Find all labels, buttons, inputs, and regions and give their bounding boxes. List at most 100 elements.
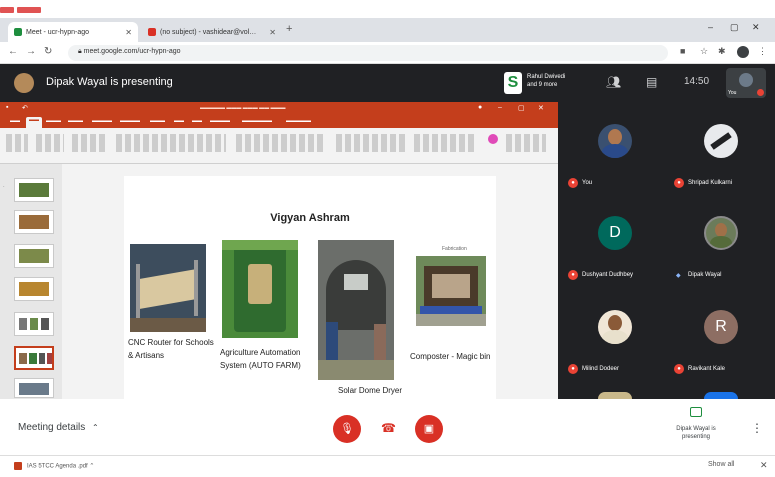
presenter-avatar: [14, 73, 34, 93]
slide-thumbnail: [14, 277, 54, 301]
ppt-document-title: ▬▬▬▬▬ ▬▬▬ ▬▬▬ ▬▬ ▬▬▬: [200, 105, 286, 111]
extensions-icon[interactable]: ✱: [718, 46, 726, 57]
ribbon-group: [36, 134, 64, 152]
ribbon-group: [414, 134, 474, 152]
tab-meet[interactable]: Meet - ucr-hypn-ago ✕: [8, 22, 138, 42]
camera-icon[interactable]: ■: [680, 46, 685, 56]
participants-grid: ● You ● Shripad Kulkarni D ● Dushyant Du…: [558, 102, 775, 399]
ppt-tab: ▬▬▬: [150, 118, 165, 124]
participant-tile[interactable]: ◆ Dipak Wayal: [668, 202, 772, 292]
participant-name: Dushyant Dudhbey: [582, 272, 634, 278]
download-item[interactable]: IAS 5TCC Agenda .pdf ⌃: [14, 462, 94, 470]
present-screen-icon[interactable]: [690, 407, 702, 417]
tab-mail[interactable]: (no subject) - vashidear@vol… ✕: [142, 22, 282, 42]
fabrication-label: Fabrication: [442, 246, 467, 252]
ribbon-group: [506, 134, 546, 152]
slide-thumbnail: [14, 210, 54, 234]
camera-toggle-button[interactable]: ▣: [415, 415, 443, 443]
browser-tab-bar: Meet - ucr-hypn-ago ✕ (no subject) - vas…: [0, 18, 775, 42]
meet-header: Dipak Wayal is presenting S Rahul Dwived…: [0, 64, 775, 102]
camera-off-icon: ▣: [423, 423, 435, 435]
close-window-button[interactable]: ✕: [752, 22, 760, 33]
mic-toggle-button[interactable]: 🎙︎: [333, 415, 361, 443]
avatar: [598, 310, 632, 344]
current-slide: Vigyan Ashram CNC Router for Schools & A…: [124, 176, 496, 399]
ppt-titlebar: ▪ ↶ ▬▬▬▬▬ ▬▬▬ ▬▬▬ ▬▬ ▬▬▬ ● – ▢ ✕: [0, 102, 558, 116]
ribbon-group: [336, 134, 406, 152]
pin-icon[interactable]: ◆: [676, 272, 681, 279]
ribbon-group: [116, 134, 226, 152]
maximize-button[interactable]: ▢: [730, 22, 739, 33]
forward-icon[interactable]: →: [26, 46, 36, 57]
ppt-tab: ▬▬▬▬: [210, 118, 230, 124]
participant-tile[interactable]: R ● Ravikant Kale: [668, 296, 772, 386]
participant-name: You: [582, 180, 593, 186]
mic-off-icon: [757, 89, 764, 96]
participant-tile[interactable]: D ● Dushyant Dudhbey: [562, 202, 666, 292]
speaker-name: Rahul Dwivedi: [527, 74, 566, 80]
mic-off-icon: 🎙︎: [340, 423, 354, 435]
ppt-ribbon: [0, 128, 558, 164]
participant-tile[interactable]: ● Milind Dodeer: [562, 296, 666, 386]
mic-off-icon: ●: [568, 178, 578, 188]
tab-label: (no subject) - vashidear@vol…: [160, 28, 257, 36]
mic-off-icon: ●: [674, 364, 684, 374]
shared-screen: ▪ ↶ ▬▬▬▬▬ ▬▬▬ ▬▬▬ ▬▬ ▬▬▬ ● – ▢ ✕ ▬▬ ▬▬ ▬…: [0, 102, 558, 399]
caption-solar-dryer: Solar Dome Dryer: [338, 386, 403, 395]
close-download-bar-icon[interactable]: ✕: [760, 460, 768, 471]
brand-mark: [0, 0, 60, 13]
ppt-close-icon: ✕: [538, 105, 544, 112]
menu-icon[interactable]: ⋮: [758, 46, 767, 57]
active-speaker-label: Rahul Dwivedi and 9 more: [527, 73, 565, 89]
presenting-title: Dipak Wayal is presenting: [46, 76, 173, 88]
screen: Meet - ucr-hypn-ago ✕ (no subject) - vas…: [0, 0, 775, 477]
hang-up-button[interactable]: ☎︎: [381, 421, 396, 435]
avatar: [704, 124, 738, 158]
meet-favicon-icon: [14, 28, 22, 36]
ppt-tab: ▬▬: [10, 118, 20, 124]
close-tab-icon[interactable]: ✕: [269, 28, 276, 37]
ribbon-group: [6, 134, 28, 152]
avatar: [704, 216, 738, 250]
slide-thumbnail: [14, 312, 54, 336]
back-icon[interactable]: ←: [8, 46, 18, 57]
meeting-details-label: Meeting details: [18, 422, 86, 433]
ribbon-group: [236, 134, 326, 152]
star-icon[interactable]: ☆: [700, 46, 708, 57]
top-strip: [0, 0, 775, 18]
participant-tile[interactable]: ● You: [562, 110, 666, 200]
participant-name: Shripad Kulkarni: [688, 180, 733, 186]
caption-cnc-router: CNC Router for Schools & Artisans: [128, 338, 214, 360]
presenting-status: Dipak Wayal is presenting: [676, 426, 716, 440]
self-view-tile[interactable]: You: [726, 68, 766, 98]
url-input[interactable]: 🔒︎ meet.google.com/ucr-hypn-ago: [68, 45, 668, 61]
minimize-button[interactable]: –: [708, 22, 713, 32]
ppt-tab: ▬▬▬▬: [92, 118, 112, 124]
composter-photo: [416, 256, 486, 326]
speaker-more: and 9 more: [527, 82, 558, 88]
reload-icon[interactable]: ↻: [44, 46, 52, 57]
mic-off-icon: ●: [568, 364, 578, 374]
participant-tile[interactable]: ● Shripad Kulkarni: [668, 110, 772, 200]
caption-composter: Composter - Magic bin: [410, 352, 491, 361]
avatar: R: [704, 310, 738, 344]
profile-avatar[interactable]: [737, 46, 749, 58]
meeting-details-button[interactable]: Meeting details ⌃: [18, 422, 99, 433]
ppt-tab-selected: ▬▬: [26, 117, 42, 128]
chat-icon[interactable]: ▤: [646, 75, 657, 89]
undo-icon: ↶: [22, 105, 28, 112]
ppt-tab: ▬▬▬▬▬: [286, 118, 311, 124]
more-options-icon[interactable]: ⋮: [751, 421, 763, 435]
ppt-tab: ▬▬▬: [46, 118, 61, 124]
new-tab-button[interactable]: +: [286, 23, 292, 35]
ppt-ribbon-tabs: ▬▬ ▬▬ ▬▬▬ ▬▬▬ ▬▬▬▬ ▬▬▬▬ ▬▬▬ ▬▬ ▬▬ ▬▬▬▬ ▬…: [0, 116, 558, 128]
participant-name: Milind Dodeer: [582, 366, 620, 372]
solar-dryer-photo: [318, 240, 394, 380]
avatar: [598, 124, 632, 158]
show-all-button[interactable]: Show all: [708, 461, 734, 468]
avatar: D: [598, 216, 632, 250]
ppt-minimize-icon: –: [498, 104, 502, 111]
ppt-tab: ▬▬▬▬▬▬: [242, 118, 272, 124]
close-tab-icon[interactable]: ✕: [125, 28, 132, 37]
people-icon[interactable]: 👥︎: [606, 75, 621, 89]
